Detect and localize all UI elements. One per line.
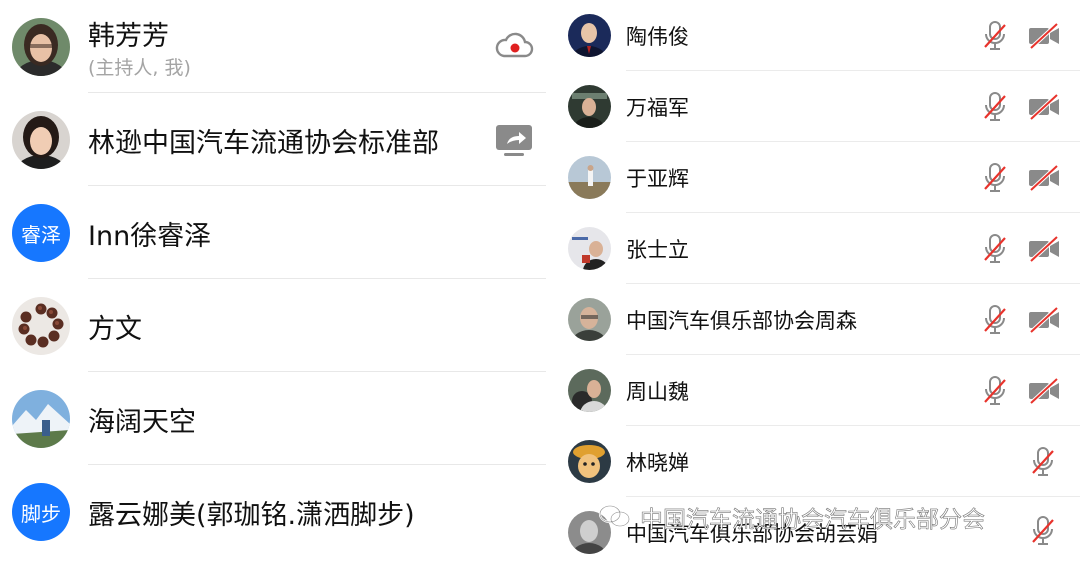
participant-name: Inn徐睿泽 — [88, 221, 212, 252]
avatar — [568, 369, 611, 412]
mic-muted-icon[interactable] — [982, 304, 1008, 336]
participant-row[interactable]: 张士立 — [560, 213, 1080, 284]
participant-row[interactable]: 林逊中国汽车流通协会标准部 — [0, 93, 548, 186]
participant-row[interactable]: 于亚辉 — [560, 142, 1080, 213]
participant-row[interactable]: 陶伟俊 — [560, 0, 1080, 71]
avatar — [12, 390, 70, 448]
avatar-initials: 睿泽 — [21, 222, 61, 247]
participant-name: 陶伟俊 — [626, 25, 689, 49]
participant-name: 林晓婵 — [626, 451, 689, 475]
participant-name: 海阔天空 — [88, 407, 196, 438]
avatar — [12, 297, 70, 355]
mic-muted-icon[interactable] — [1030, 446, 1056, 478]
camera-off-icon[interactable] — [1028, 22, 1060, 50]
mic-muted-icon[interactable] — [982, 91, 1008, 123]
participant-name: 万福军 — [626, 96, 689, 120]
avatar — [568, 440, 611, 483]
participant-row[interactable]: 脚步 露云娜美(郭珈铭.潇洒脚步) — [0, 465, 548, 558]
mic-muted-icon[interactable] — [982, 162, 1008, 194]
mic-muted-icon[interactable] — [982, 233, 1008, 265]
participant-name: 方文 — [88, 314, 142, 345]
camera-off-icon[interactable] — [1028, 93, 1060, 121]
avatar: 脚步 — [12, 483, 70, 541]
participant-name: 中国汽车俱乐部协会周森 — [626, 309, 857, 333]
participant-name: 周山魏 — [626, 380, 689, 404]
cloud-record-icon — [494, 30, 534, 66]
avatar — [12, 111, 70, 169]
avatar — [568, 227, 611, 270]
participant-row[interactable]: 林晓婵 — [560, 426, 1080, 497]
participant-name: 于亚辉 — [626, 167, 689, 191]
participant-name: 韩芳芳 — [88, 21, 169, 52]
avatar — [568, 156, 611, 199]
mic-muted-icon[interactable] — [1030, 515, 1056, 547]
avatar-initials: 脚步 — [21, 501, 61, 526]
participants-panel-left: 韩芳芳 (主持人, 我) 林逊中国汽车流通协会标准部 睿泽 Inn徐睿泽 方文 … — [0, 0, 548, 564]
mic-muted-icon[interactable] — [982, 375, 1008, 407]
screen-share-icon — [494, 123, 534, 159]
participant-row[interactable]: 韩芳芳 (主持人, 我) — [0, 0, 548, 93]
avatar — [568, 14, 611, 57]
participant-row[interactable]: 中国汽车俱乐部协会周森 — [560, 284, 1080, 355]
camera-off-icon[interactable] — [1028, 306, 1060, 334]
camera-off-icon[interactable] — [1028, 377, 1060, 405]
participant-row[interactable]: 海阔天空 — [0, 372, 548, 465]
participant-row[interactable]: 睿泽 Inn徐睿泽 — [0, 186, 548, 279]
wechat-icon — [598, 503, 632, 529]
participant-role: (主持人, 我) — [88, 57, 191, 79]
participant-name: 林逊中国汽车流通协会标准部 — [88, 128, 439, 159]
avatar: 睿泽 — [12, 204, 70, 262]
participant-name: 张士立 — [626, 238, 689, 262]
camera-off-icon[interactable] — [1028, 235, 1060, 263]
participants-panel-right: 陶伟俊 万福军 于亚辉 张士立 中国汽车俱乐部协会周森 周山魏 林晓婵 中国汽车… — [560, 0, 1080, 564]
participant-row[interactable]: 方文 — [0, 279, 548, 372]
avatar — [568, 85, 611, 128]
mic-muted-icon[interactable] — [982, 20, 1008, 52]
camera-off-icon[interactable] — [1028, 164, 1060, 192]
participant-name: 露云娜美(郭珈铭.潇洒脚步) — [88, 500, 415, 531]
watermark: 中国汽车流通协会汽车俱乐部分会 — [640, 507, 986, 534]
avatar — [568, 298, 611, 341]
participant-row[interactable]: 周山魏 — [560, 355, 1080, 426]
avatar — [12, 18, 70, 76]
participant-row[interactable]: 万福军 — [560, 71, 1080, 142]
